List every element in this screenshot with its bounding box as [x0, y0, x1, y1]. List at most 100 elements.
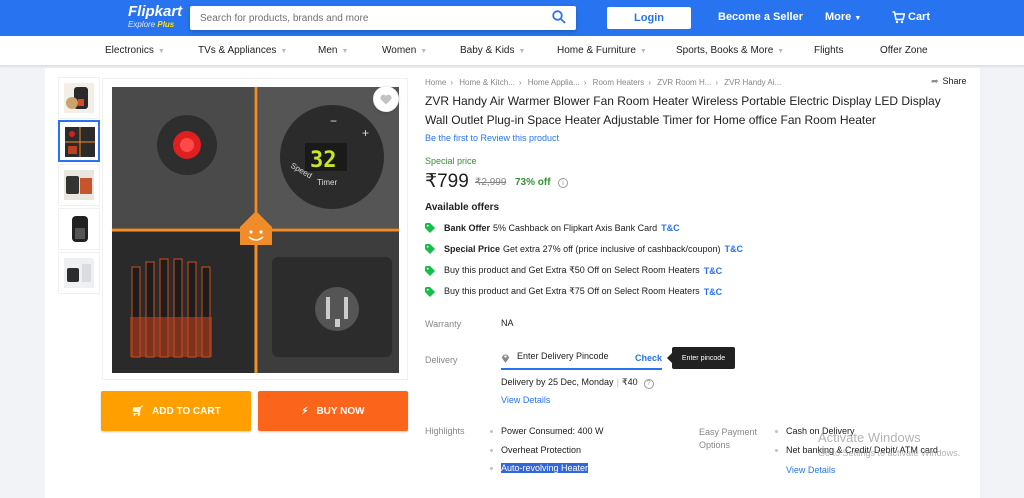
cart-icon[interactable]: [892, 11, 905, 24]
display-readout: 32: [310, 148, 337, 173]
breadcrumb-item[interactable]: ZVR Handy Ai...: [724, 78, 781, 87]
flipkart-logo[interactable]: Flipkart Explore Plus: [128, 4, 182, 30]
chevron-down-icon: ▼: [777, 48, 785, 55]
delivery-view-details-link[interactable]: View Details: [501, 395, 550, 405]
offer-tag-icon: [425, 265, 435, 276]
delivery-charge: ₹40: [621, 377, 638, 387]
offer-tag-icon: [425, 286, 435, 297]
svg-text:−: −: [330, 114, 337, 128]
highlight-item: Power Consumed: 400 W: [490, 426, 604, 436]
chevron-right-icon: ›: [583, 78, 587, 87]
chevron-right-icon: ›: [518, 78, 522, 87]
nav-tvs-appliances[interactable]: TVs & Appliances ▼: [198, 45, 287, 56]
warranty-label: Warranty: [425, 319, 462, 329]
become-seller-link[interactable]: Become a Seller: [718, 11, 803, 23]
thumbnail-image: [64, 214, 94, 244]
terms-link[interactable]: T&C: [725, 244, 744, 254]
chevron-down-icon: ▼: [518, 48, 526, 55]
cart-link[interactable]: Cart: [908, 11, 930, 23]
logo-text: Flipkart: [128, 3, 183, 20]
nav-men[interactable]: Men ▼: [318, 45, 348, 56]
thumbnail-image: [64, 83, 94, 113]
discount-percent: 73% off: [515, 177, 551, 188]
login-button[interactable]: Login: [607, 7, 691, 29]
search-input[interactable]: [190, 6, 530, 30]
delivery-label: Delivery: [425, 355, 458, 365]
chevron-right-icon: ›: [648, 78, 651, 87]
offer-tag-icon: [425, 223, 435, 233]
pincode-tooltip: Enter pincode: [667, 347, 735, 369]
heart-icon: [380, 94, 392, 104]
thumbnail-2-selected[interactable]: [58, 120, 100, 162]
nav-baby-kids[interactable]: Baby & Kids ▼: [460, 45, 525, 56]
payment-label: Easy Payment Options: [699, 427, 758, 450]
chevron-down-icon: ▼: [280, 48, 288, 55]
breadcrumb-item[interactable]: Home & Kitch...: [459, 78, 515, 87]
chevron-down-icon: ▼: [341, 48, 349, 55]
thumbnail-image: [64, 170, 94, 200]
category-nav: Electronics ▼ TVs & Appliances ▼ Men ▼ Wome…: [0, 36, 1024, 66]
nav-women[interactable]: Women ▼: [382, 45, 427, 56]
breadcrumb-item[interactable]: Home Applia...: [528, 78, 580, 87]
warranty-value: NA: [501, 318, 514, 328]
share-icon: ➦: [931, 76, 939, 86]
review-link[interactable]: Be the first to Review this product: [425, 133, 559, 143]
product-title: ZVR Handy Air Warmer Blower Fan Room Hea…: [425, 94, 941, 127]
payment-view-details-link[interactable]: View Details: [786, 465, 835, 475]
thumbnail-4[interactable]: [58, 208, 100, 250]
terms-link[interactable]: T&C: [704, 287, 723, 297]
thumbnail-image: [65, 127, 95, 157]
pincode-field: Check: [501, 348, 662, 370]
product-image-frame: 32 Speed Timer − +: [102, 78, 408, 380]
original-price: ₹2,999: [475, 177, 507, 188]
highlight-item-selected: Auto-revolving Heater: [489, 463, 589, 473]
thumbnail-5[interactable]: [58, 252, 100, 294]
more-label: More: [825, 11, 852, 23]
highlight-item: Overheat Protection: [489, 445, 582, 455]
delivery-estimate: Delivery by 25 Dec, Monday | ₹40?: [501, 377, 654, 389]
thumbnail-1[interactable]: [58, 77, 100, 119]
chevron-down-icon: ▼: [854, 15, 862, 22]
logo-sub-plus: Plus: [157, 20, 175, 29]
breadcrumb-item[interactable]: Room Heaters: [593, 78, 645, 87]
offer-item: Buy this product and Get Extra ₹75 Off o…: [425, 286, 722, 297]
logo-sub-explore: Explore: [128, 20, 156, 29]
nav-home-furniture[interactable]: Home & Furniture ▼: [557, 45, 647, 56]
info-icon[interactable]: i: [558, 178, 568, 188]
selling-price: ₹799: [425, 171, 469, 192]
product-image: 32 Speed Timer − +: [112, 87, 399, 373]
windows-watermark-subtitle: Go to Settings to activate Windows.: [818, 448, 961, 458]
add-to-cart-button[interactable]: 🛒︎ ADD TO CART: [101, 391, 251, 431]
offers-heading: Available offers: [425, 202, 500, 213]
offer-item: Bank Offer 5% Cashback on Flipkart Axis B…: [425, 223, 680, 233]
windows-watermark-title: Activate Windows: [818, 430, 921, 445]
cart-icon: 🛒︎: [131, 405, 144, 417]
search-icon[interactable]: [552, 10, 566, 24]
header-bar: Flipkart Explore Plus Login Become a Sel…: [0, 0, 1024, 36]
breadcrumb-item[interactable]: Home: [425, 78, 446, 87]
more-menu[interactable]: More ▼: [825, 11, 861, 23]
thumbnail-3[interactable]: [58, 164, 100, 206]
highlights-label: Highlights: [425, 426, 465, 436]
wishlist-button[interactable]: [373, 86, 399, 112]
chevron-down-icon: ▼: [639, 48, 647, 55]
svg-text:+: +: [362, 126, 369, 140]
check-button[interactable]: Check: [635, 353, 662, 363]
pincode-input[interactable]: [517, 351, 629, 361]
offer-item: Buy this product and Get Extra ₹50 Off o…: [425, 265, 722, 276]
terms-link[interactable]: T&C: [661, 223, 680, 233]
nav-electronics[interactable]: Electronics ▼: [105, 45, 165, 56]
buy-now-button[interactable]: ⚡︎ BUY NOW: [258, 391, 408, 431]
breadcrumb-item[interactable]: ZVR Room H...: [657, 78, 711, 87]
search-box: [190, 6, 576, 30]
nav-sports-books[interactable]: Sports, Books & More ▼: [676, 45, 784, 56]
thumbnail-image: [64, 258, 94, 288]
special-price-label: Special price: [425, 156, 477, 166]
terms-link[interactable]: T&C: [704, 266, 723, 276]
nav-flights[interactable]: Flights: [814, 45, 843, 56]
timer-label: Timer: [317, 178, 337, 187]
chevron-right-icon: ›: [715, 78, 719, 87]
share-button[interactable]: ➦ Share: [931, 76, 967, 87]
nav-offer-zone[interactable]: Offer Zone: [880, 45, 928, 56]
help-icon[interactable]: ?: [643, 379, 654, 389]
